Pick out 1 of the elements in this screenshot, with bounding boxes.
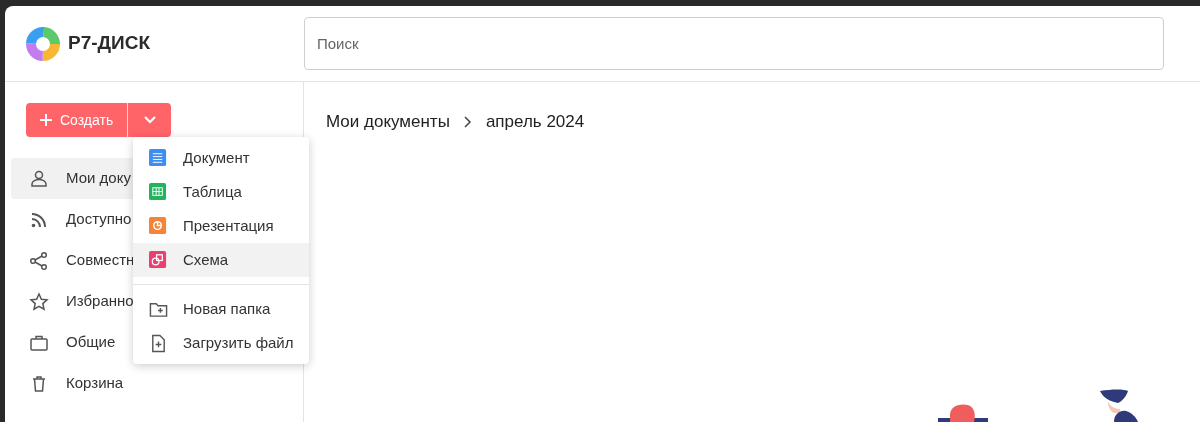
logo-text: Р7-ДИСК: [68, 31, 151, 56]
